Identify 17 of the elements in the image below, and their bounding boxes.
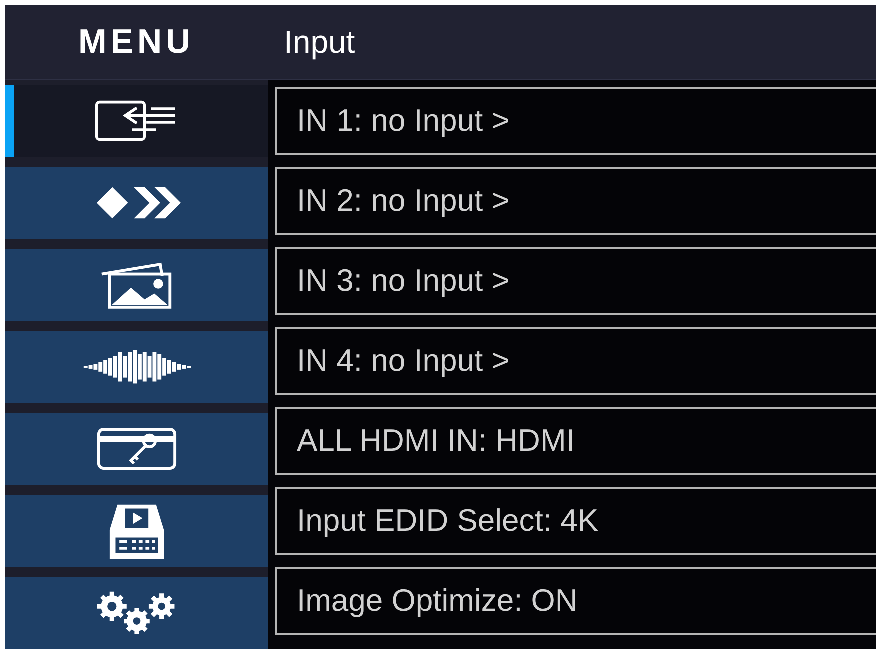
menu-row[interactable]: IN 3: no Input > xyxy=(275,247,876,315)
menu-tab[interactable] xyxy=(5,577,268,649)
menu-label: MENU xyxy=(77,22,196,62)
menu-tab[interactable] xyxy=(5,413,268,485)
page-title: Input xyxy=(283,23,356,62)
menu-tab[interactable] xyxy=(5,167,268,239)
card-with-key-icon xyxy=(96,426,178,472)
menu-tab[interactable] xyxy=(5,85,268,157)
menu-row[interactable]: ALL HDMI IN: HDMI xyxy=(275,407,876,475)
menu-row[interactable]: Input EDID Select: 4K xyxy=(275,487,876,555)
menu-row[interactable]: Image Optimize: ON xyxy=(275,567,876,635)
menu-row[interactable]: IN 1: no Input > xyxy=(275,87,876,155)
menu-row[interactable]: IN 2: no Input > xyxy=(275,167,876,235)
menu-tab[interactable] xyxy=(5,495,268,567)
menu-row[interactable]: IN 4: no Input > xyxy=(275,327,876,395)
menu-tab[interactable] xyxy=(5,331,268,403)
menu-tab[interactable] xyxy=(5,249,268,321)
